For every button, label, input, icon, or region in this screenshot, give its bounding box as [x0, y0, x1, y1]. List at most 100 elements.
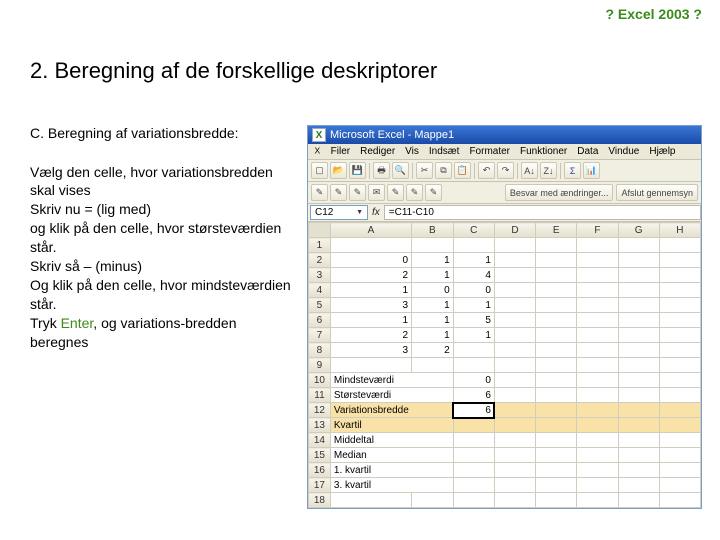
- cell[interactable]: [659, 358, 700, 373]
- row-header[interactable]: 5: [309, 298, 331, 313]
- cell[interactable]: [659, 268, 700, 283]
- review-icon[interactable]: ✎: [387, 184, 404, 201]
- cell[interactable]: [618, 313, 659, 328]
- cell[interactable]: [577, 448, 618, 463]
- cell[interactable]: [577, 343, 618, 358]
- cell[interactable]: [659, 433, 700, 448]
- row-header[interactable]: 15: [309, 448, 331, 463]
- cell[interactable]: [659, 283, 700, 298]
- row-header[interactable]: 12: [309, 403, 331, 418]
- cell[interactable]: [577, 358, 618, 373]
- cell[interactable]: [330, 358, 411, 373]
- review-icon[interactable]: ✎: [406, 184, 423, 201]
- cell[interactable]: [659, 403, 700, 418]
- cell[interactable]: [536, 238, 577, 253]
- cell[interactable]: [577, 418, 618, 433]
- row-header[interactable]: 16: [309, 463, 331, 478]
- cell[interactable]: 0: [412, 283, 454, 298]
- cell[interactable]: 6: [453, 403, 494, 418]
- cell[interactable]: [453, 433, 494, 448]
- cell[interactable]: [494, 238, 535, 253]
- cell[interactable]: [453, 238, 494, 253]
- end-review-button[interactable]: Afslut gennemsyn: [616, 184, 698, 201]
- redo-icon[interactable]: ↷: [497, 162, 514, 179]
- row-header[interactable]: 11: [309, 388, 331, 403]
- cell[interactable]: [412, 238, 454, 253]
- col-header-d[interactable]: D: [494, 223, 535, 238]
- row-header[interactable]: 1: [309, 238, 331, 253]
- cell[interactable]: [577, 253, 618, 268]
- menu-funktioner[interactable]: Funktioner: [520, 146, 567, 157]
- menu-formater[interactable]: Formater: [469, 146, 510, 157]
- cell[interactable]: [659, 388, 700, 403]
- formula-bar[interactable]: =C11-C10: [384, 205, 701, 220]
- cell[interactable]: [659, 253, 700, 268]
- reply-changes-button[interactable]: Besvar med ændringer...: [505, 184, 614, 201]
- cell[interactable]: [536, 358, 577, 373]
- cell[interactable]: [659, 313, 700, 328]
- cell[interactable]: [577, 268, 618, 283]
- cell[interactable]: 1: [330, 313, 411, 328]
- cell[interactable]: [577, 493, 618, 508]
- cell[interactable]: [494, 388, 535, 403]
- col-header-h[interactable]: H: [659, 223, 700, 238]
- cell[interactable]: [494, 358, 535, 373]
- row-header[interactable]: 14: [309, 433, 331, 448]
- row-header[interactable]: 10: [309, 373, 331, 388]
- row-header[interactable]: 18: [309, 493, 331, 508]
- name-box[interactable]: C12 ▼: [310, 205, 368, 220]
- row-header[interactable]: 8: [309, 343, 331, 358]
- cell[interactable]: [453, 478, 494, 493]
- cell[interactable]: 1: [412, 313, 454, 328]
- cell[interactable]: Kvartil: [330, 418, 453, 433]
- open-icon[interactable]: 📂: [330, 162, 347, 179]
- cell[interactable]: 0: [453, 373, 494, 388]
- review-icon[interactable]: ✎: [425, 184, 442, 201]
- cell[interactable]: [494, 328, 535, 343]
- col-header-g[interactable]: G: [618, 223, 659, 238]
- cell[interactable]: [536, 493, 577, 508]
- cell[interactable]: 1: [412, 268, 454, 283]
- row-header[interactable]: 3: [309, 268, 331, 283]
- cell[interactable]: 6: [453, 388, 494, 403]
- cell[interactable]: [577, 328, 618, 343]
- autosum-icon[interactable]: Σ: [564, 162, 581, 179]
- cell[interactable]: [577, 403, 618, 418]
- cell[interactable]: [494, 403, 535, 418]
- cell[interactable]: [577, 283, 618, 298]
- cell[interactable]: [618, 238, 659, 253]
- menu-data[interactable]: Data: [577, 146, 598, 157]
- cell[interactable]: Mindsteværdi: [330, 373, 453, 388]
- cell[interactable]: [618, 403, 659, 418]
- cell[interactable]: [494, 433, 535, 448]
- cell[interactable]: [577, 433, 618, 448]
- sort-desc-icon[interactable]: Z↓: [540, 162, 557, 179]
- cell[interactable]: [577, 313, 618, 328]
- row-header[interactable]: 4: [309, 283, 331, 298]
- cell[interactable]: [494, 418, 535, 433]
- cell[interactable]: [618, 283, 659, 298]
- row-header[interactable]: 13: [309, 418, 331, 433]
- cell[interactable]: [618, 418, 659, 433]
- undo-icon[interactable]: ↶: [478, 162, 495, 179]
- cell[interactable]: [536, 298, 577, 313]
- cell[interactable]: [453, 493, 494, 508]
- cell[interactable]: [494, 373, 535, 388]
- cell[interactable]: [330, 238, 411, 253]
- cell[interactable]: [536, 403, 577, 418]
- cell[interactable]: [536, 463, 577, 478]
- cell[interactable]: 2: [412, 343, 454, 358]
- cell[interactable]: [618, 448, 659, 463]
- cell[interactable]: [577, 388, 618, 403]
- cell[interactable]: [577, 478, 618, 493]
- select-all-corner[interactable]: [309, 223, 331, 238]
- col-header-a[interactable]: A: [330, 223, 411, 238]
- cell[interactable]: [536, 328, 577, 343]
- cell[interactable]: [536, 268, 577, 283]
- cell[interactable]: 0: [453, 283, 494, 298]
- row-header[interactable]: 6: [309, 313, 331, 328]
- cell[interactable]: [618, 388, 659, 403]
- cell[interactable]: [453, 448, 494, 463]
- cell[interactable]: [659, 298, 700, 313]
- cell[interactable]: [618, 298, 659, 313]
